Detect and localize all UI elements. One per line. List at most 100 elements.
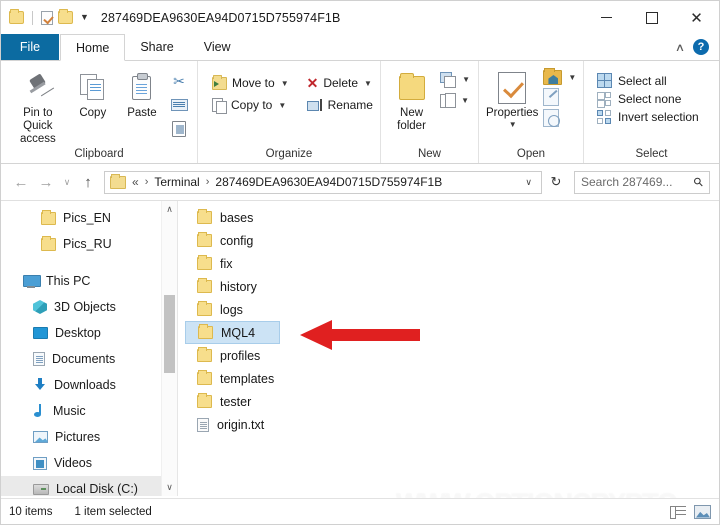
scrollbar-thumb[interactable] xyxy=(164,295,175,373)
tab-share[interactable]: Share xyxy=(125,34,188,60)
file-list-item-history[interactable]: history xyxy=(185,275,365,298)
new-folder-icon xyxy=(398,73,425,100)
documents-icon xyxy=(33,352,45,366)
breadcrumb-item-current[interactable]: 287469DEA9630EA94D0715D755974F1B xyxy=(215,175,442,189)
nav-item-label: 3D Objects xyxy=(54,300,116,314)
new-group-label: New xyxy=(417,148,441,160)
chevron-down-icon: ▼ xyxy=(364,78,372,88)
open-folder-icon xyxy=(543,68,563,85)
breadcrumb-item-terminal[interactable]: Terminal xyxy=(154,175,199,189)
select-none-label: Select none xyxy=(618,91,682,106)
nav-item-label: Local Disk (C:) xyxy=(56,482,138,496)
close-button[interactable]: ✕ xyxy=(674,1,719,34)
file-list-item-tester[interactable]: tester xyxy=(185,390,365,413)
file-list-item-config[interactable]: config xyxy=(185,229,365,252)
file-list-item-origin-txt[interactable]: origin.txt xyxy=(185,413,365,436)
nav-item-label: Pictures xyxy=(55,430,101,444)
chevron-down-icon: ▼ xyxy=(461,96,469,105)
folder-icon xyxy=(41,235,56,251)
paste-shortcut-button[interactable] xyxy=(167,118,191,140)
qat-divider xyxy=(32,10,33,25)
edit-icon xyxy=(543,88,560,106)
pictures-icon xyxy=(33,431,48,443)
paste-button[interactable]: Paste xyxy=(117,67,167,120)
navigation-pane: Pics_EN Pics_RU This PC 3D Objects Deskt… xyxy=(1,201,178,496)
navigation-scrollbar[interactable]: ∧ ∨ xyxy=(161,201,177,496)
rename-label: Rename xyxy=(327,98,373,112)
folder-icon xyxy=(41,209,56,225)
nav-item-label: Videos xyxy=(54,456,92,470)
copy-button[interactable]: Copy xyxy=(69,67,117,120)
chevron-down-icon[interactable]: ∨ xyxy=(518,177,539,188)
local-disk-icon xyxy=(33,483,49,495)
history-button[interactable] xyxy=(542,108,577,128)
copy-path-button[interactable] xyxy=(167,94,191,116)
nav-item-downloads[interactable]: Downloads xyxy=(1,372,177,398)
folder-icon[interactable] xyxy=(9,9,24,24)
file-name-label: origin.txt xyxy=(217,417,265,432)
chevron-down-icon[interactable]: ▼ xyxy=(78,13,91,22)
nav-item-local-disk-c[interactable]: Local Disk (C:) xyxy=(1,476,177,496)
select-buttons: Select all Select none Invert selection xyxy=(593,67,699,124)
file-list-item-bases[interactable]: bases xyxy=(185,206,365,229)
up-button[interactable]: ↑ xyxy=(77,171,99,193)
cut-button[interactable]: ✂ xyxy=(167,70,191,92)
open-small-buttons: ▼ xyxy=(542,67,577,128)
copy-to-button[interactable]: Copy to ▼ xyxy=(208,95,293,115)
file-list-item-templates[interactable]: templates xyxy=(185,367,365,390)
tab-view[interactable]: View xyxy=(189,34,246,60)
minimize-button[interactable] xyxy=(584,1,629,34)
search-input[interactable]: Search 287469... ⚲ xyxy=(574,170,710,194)
new-folder-icon[interactable] xyxy=(58,9,73,24)
nav-item-desktop[interactable]: Desktop xyxy=(1,320,177,346)
recent-locations-button[interactable]: ∨ xyxy=(60,171,74,193)
file-list-item-logs[interactable]: logs xyxy=(185,298,365,321)
easy-access-button[interactable]: ▼ xyxy=(438,91,472,110)
nav-item-documents[interactable]: Documents xyxy=(1,346,177,372)
back-button[interactable]: ← xyxy=(10,171,32,193)
folder-icon xyxy=(197,301,212,316)
scroll-down-arrow-icon[interactable]: ∨ xyxy=(162,479,177,496)
3d-objects-icon xyxy=(33,300,47,314)
videos-icon xyxy=(33,456,47,470)
downloads-icon xyxy=(33,378,47,392)
refresh-button[interactable]: ↻ xyxy=(545,171,567,194)
file-list-item-profiles[interactable]: profiles xyxy=(185,344,365,367)
tab-home[interactable]: Home xyxy=(60,34,126,61)
nav-item-this-pc[interactable]: This PC xyxy=(1,268,177,294)
help-icon[interactable]: ? xyxy=(693,39,709,55)
file-name-label: templates xyxy=(220,371,275,386)
invert-selection-button[interactable]: Invert selection xyxy=(597,109,699,124)
nav-item-music[interactable]: Music xyxy=(1,398,177,424)
nav-item-3d-objects[interactable]: 3D Objects xyxy=(1,294,177,320)
breadcrumb-overflow[interactable]: « xyxy=(132,175,139,189)
open-button[interactable]: ▼ xyxy=(542,68,577,86)
nav-item-pics-ru[interactable]: Pics_RU xyxy=(1,231,177,257)
delete-button[interactable]: ✕ Delete ▼ xyxy=(303,73,377,93)
chevron-up-icon[interactable]: ∧ xyxy=(675,41,685,54)
file-list-item-fix[interactable]: fix xyxy=(185,252,365,275)
select-all-button[interactable]: Select all xyxy=(597,73,699,88)
nav-item-pics-en[interactable]: Pics_EN xyxy=(1,205,177,231)
select-none-button[interactable]: Select none xyxy=(597,91,699,108)
properties-button[interactable]: Properties ▼ xyxy=(486,67,538,129)
nav-item-pictures[interactable]: Pictures xyxy=(1,424,177,450)
tab-file[interactable]: File xyxy=(1,34,59,60)
maximize-button[interactable] xyxy=(629,1,674,34)
large-icons-view-icon[interactable] xyxy=(694,504,711,519)
file-list-item-mql4[interactable]: MQL4 xyxy=(185,321,280,344)
explorer-content: Pics_EN Pics_RU This PC 3D Objects Deskt… xyxy=(1,200,719,496)
properties-icon[interactable] xyxy=(41,10,53,25)
address-input[interactable]: « › Terminal › 287469DEA9630EA94D0715D75… xyxy=(104,170,542,194)
pin-to-quick-access-button[interactable]: Pin to Quick access xyxy=(7,67,69,147)
edit-button[interactable] xyxy=(542,87,577,107)
new-item-button[interactable]: ▼ xyxy=(438,70,472,89)
scroll-up-arrow-icon[interactable]: ∧ xyxy=(162,201,177,218)
nav-item-videos[interactable]: Videos xyxy=(1,450,177,476)
forward-button[interactable]: → xyxy=(35,171,57,193)
rename-button[interactable]: Rename xyxy=(303,95,377,115)
move-to-button[interactable]: Move to ▼ xyxy=(208,73,293,93)
new-folder-label: New folder xyxy=(397,107,426,133)
new-folder-button[interactable]: New folder xyxy=(389,67,434,133)
details-view-icon[interactable] xyxy=(670,505,686,519)
